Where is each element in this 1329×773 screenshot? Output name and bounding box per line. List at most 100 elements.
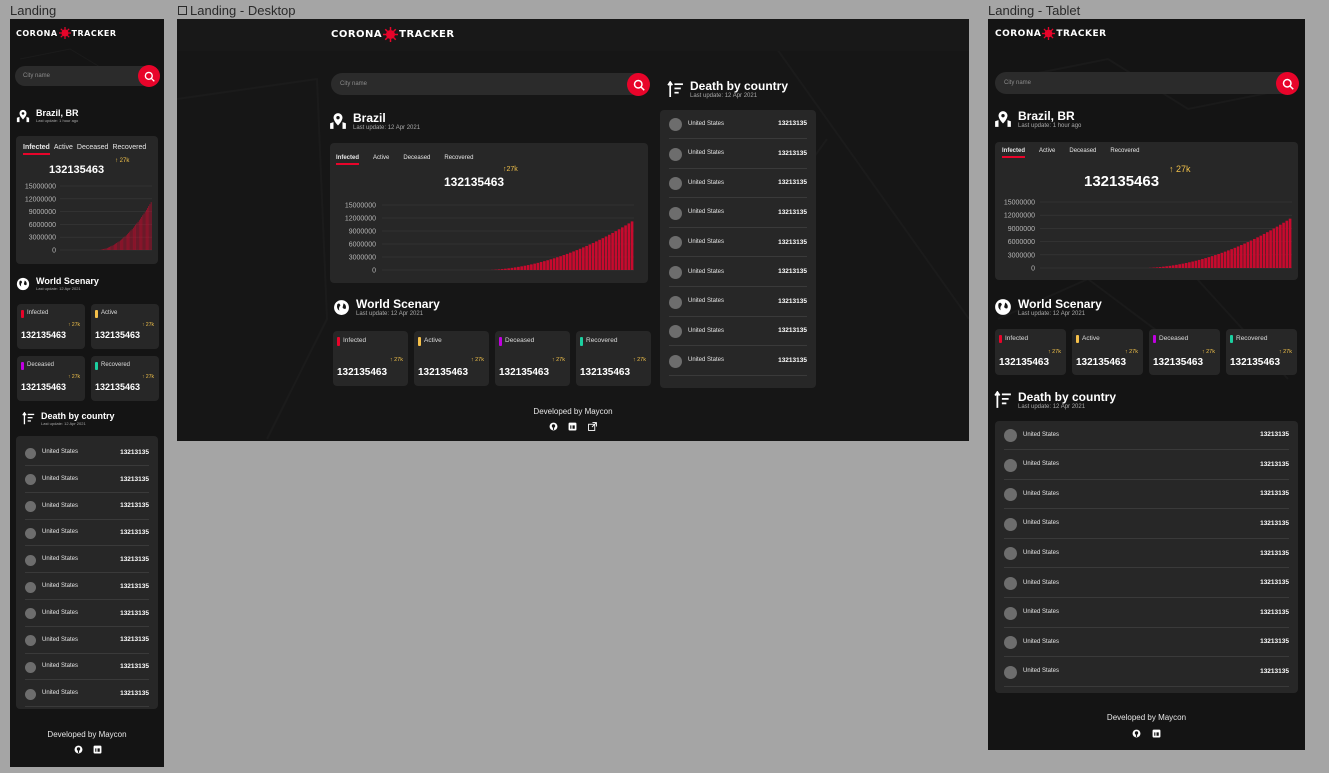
search-input[interactable]: City name bbox=[23, 73, 50, 79]
country-row[interactable]: United States 13213135 bbox=[25, 547, 149, 574]
tab-recovered[interactable]: Recovered bbox=[444, 155, 473, 165]
country-flag-icon bbox=[669, 354, 682, 368]
chart-bar bbox=[110, 246, 112, 250]
search-button[interactable] bbox=[1276, 72, 1299, 95]
country-row[interactable]: United States 13213135 bbox=[1004, 451, 1289, 480]
tab-infected[interactable]: Infected bbox=[336, 155, 360, 165]
external-link-icon[interactable] bbox=[587, 421, 597, 431]
chart-bar bbox=[114, 244, 115, 250]
logo-text-right: TRACKER bbox=[71, 28, 117, 38]
linkedin-icon[interactable] bbox=[92, 744, 102, 754]
search-bar[interactable]: City name bbox=[995, 72, 1299, 95]
chart-bar bbox=[559, 256, 562, 270]
search-input[interactable]: City name bbox=[1004, 80, 1031, 86]
chart-bar bbox=[1233, 247, 1237, 268]
country-row[interactable]: United States 13213135 bbox=[1004, 599, 1289, 628]
stat-card-infected: Infected ↑ 27k 132135463 bbox=[995, 329, 1066, 375]
tab-active[interactable]: Active bbox=[1039, 148, 1055, 158]
chart-bar bbox=[109, 246, 110, 250]
country-row[interactable]: United States 13213135 bbox=[669, 110, 807, 139]
chart-bar bbox=[1282, 222, 1285, 268]
total-value: 132135463 bbox=[444, 175, 505, 189]
country-row[interactable]: United States 13213135 bbox=[669, 228, 807, 258]
chart-bar bbox=[504, 268, 507, 270]
country-row[interactable]: United States 13213135 bbox=[669, 347, 807, 376]
country-row[interactable]: United States 13213135 bbox=[669, 199, 807, 228]
chart-bar bbox=[115, 243, 116, 250]
chart-bar bbox=[118, 241, 120, 250]
stat-color-bar bbox=[21, 362, 24, 370]
country-row[interactable]: United States 13213135 bbox=[1004, 510, 1289, 539]
country-name: United States bbox=[42, 529, 79, 536]
stat-growth: ↑ 27k bbox=[389, 357, 403, 363]
country-row[interactable]: United States 13213135 bbox=[1004, 569, 1289, 598]
tab-deceased[interactable]: Deceased bbox=[1069, 148, 1096, 158]
chart-bar bbox=[604, 236, 608, 270]
search-button[interactable] bbox=[627, 73, 650, 96]
chart-bar bbox=[1214, 255, 1217, 268]
country-name: United States bbox=[1023, 431, 1060, 438]
search-button[interactable] bbox=[138, 65, 160, 87]
tab-recovered[interactable]: Recovered bbox=[112, 144, 146, 155]
country-flag-icon bbox=[669, 266, 682, 279]
desktop-frame: CORONA TRACKER City name Brazil Last upd… bbox=[177, 19, 969, 441]
tab-infected[interactable]: Infected bbox=[1002, 148, 1026, 158]
country-row[interactable]: United States 13213135 bbox=[25, 628, 149, 654]
country-row[interactable]: United States 13213135 bbox=[25, 681, 149, 708]
country-row[interactable]: United States 13213135 bbox=[1004, 539, 1289, 569]
growth-indicator: ↑ 27k bbox=[115, 158, 130, 164]
tab-recovered[interactable]: Recovered bbox=[1110, 148, 1139, 158]
country-row[interactable]: United States 13213135 bbox=[1004, 658, 1289, 687]
country-deaths: 13213135 bbox=[1260, 520, 1289, 528]
chart-bar bbox=[143, 213, 145, 250]
stat-color-bar bbox=[418, 337, 421, 346]
country-deaths: 13213135 bbox=[778, 268, 807, 276]
country-flag-icon bbox=[669, 206, 682, 220]
chart-bar bbox=[1236, 246, 1240, 268]
country-row[interactable]: United States 13213135 bbox=[25, 467, 149, 493]
country-name: United States bbox=[42, 636, 79, 643]
search-bar[interactable]: City name bbox=[15, 65, 160, 87]
logo-text-left: CORONA bbox=[995, 28, 1042, 39]
tab-infected[interactable]: Infected bbox=[23, 144, 50, 155]
github-icon[interactable] bbox=[548, 421, 558, 431]
deaths-update: Last update: 12 Apr 2021 bbox=[1018, 404, 1086, 410]
tab-active[interactable]: Active bbox=[54, 144, 73, 155]
country-row[interactable]: United States 13213135 bbox=[669, 288, 807, 317]
tab-deceased[interactable]: Deceased bbox=[77, 144, 109, 155]
country-row[interactable]: United States 13213135 bbox=[669, 169, 807, 199]
country-row[interactable]: United States 13213135 bbox=[25, 654, 149, 681]
country-flag-icon bbox=[25, 581, 36, 593]
country-row[interactable]: United States 13213135 bbox=[669, 258, 807, 287]
country-deaths: 13213135 bbox=[778, 120, 807, 128]
country-row[interactable]: United States 13213135 bbox=[25, 440, 149, 466]
chart-y-tick: 0 bbox=[52, 247, 56, 254]
search-bar[interactable]: City name bbox=[331, 73, 650, 96]
tab-active[interactable]: Active bbox=[373, 155, 389, 165]
country-row[interactable]: United States 13213135 bbox=[1004, 421, 1289, 450]
country-row[interactable]: United States 13213135 bbox=[25, 574, 149, 600]
search-input[interactable]: City name bbox=[340, 81, 367, 87]
tab-deceased[interactable]: Deceased bbox=[403, 155, 430, 165]
github-icon[interactable] bbox=[1131, 728, 1141, 738]
stat-card-active: Active ↑ 27k 132135463 bbox=[91, 304, 159, 349]
chart-y-tick: 12000000 bbox=[1004, 213, 1035, 220]
country-row[interactable]: United States 13213135 bbox=[669, 317, 807, 347]
country-chart-card: Infected Active Deceased Recovered ↑ 27k… bbox=[995, 142, 1298, 280]
country-row[interactable]: United States 13213135 bbox=[25, 601, 149, 627]
github-icon[interactable] bbox=[73, 744, 83, 754]
country-row[interactable]: United States 13213135 bbox=[25, 520, 149, 547]
search-icon bbox=[1282, 78, 1294, 90]
frame-icon bbox=[178, 6, 187, 15]
country-name: United States bbox=[1023, 638, 1060, 645]
country-row[interactable]: United States 13213135 bbox=[25, 494, 149, 520]
country-row[interactable]: United States 13213135 bbox=[669, 140, 807, 169]
chart-bar bbox=[140, 218, 141, 250]
stat-growth: ↑ 27k bbox=[632, 357, 646, 363]
stat-value: 132135463 bbox=[95, 330, 141, 340]
linkedin-icon[interactable] bbox=[567, 421, 577, 431]
country-row[interactable]: United States 13213135 bbox=[1004, 480, 1289, 510]
country-name: United States bbox=[688, 298, 725, 305]
linkedin-icon[interactable] bbox=[1151, 728, 1161, 738]
country-row[interactable]: United States 13213135 bbox=[1004, 628, 1289, 658]
